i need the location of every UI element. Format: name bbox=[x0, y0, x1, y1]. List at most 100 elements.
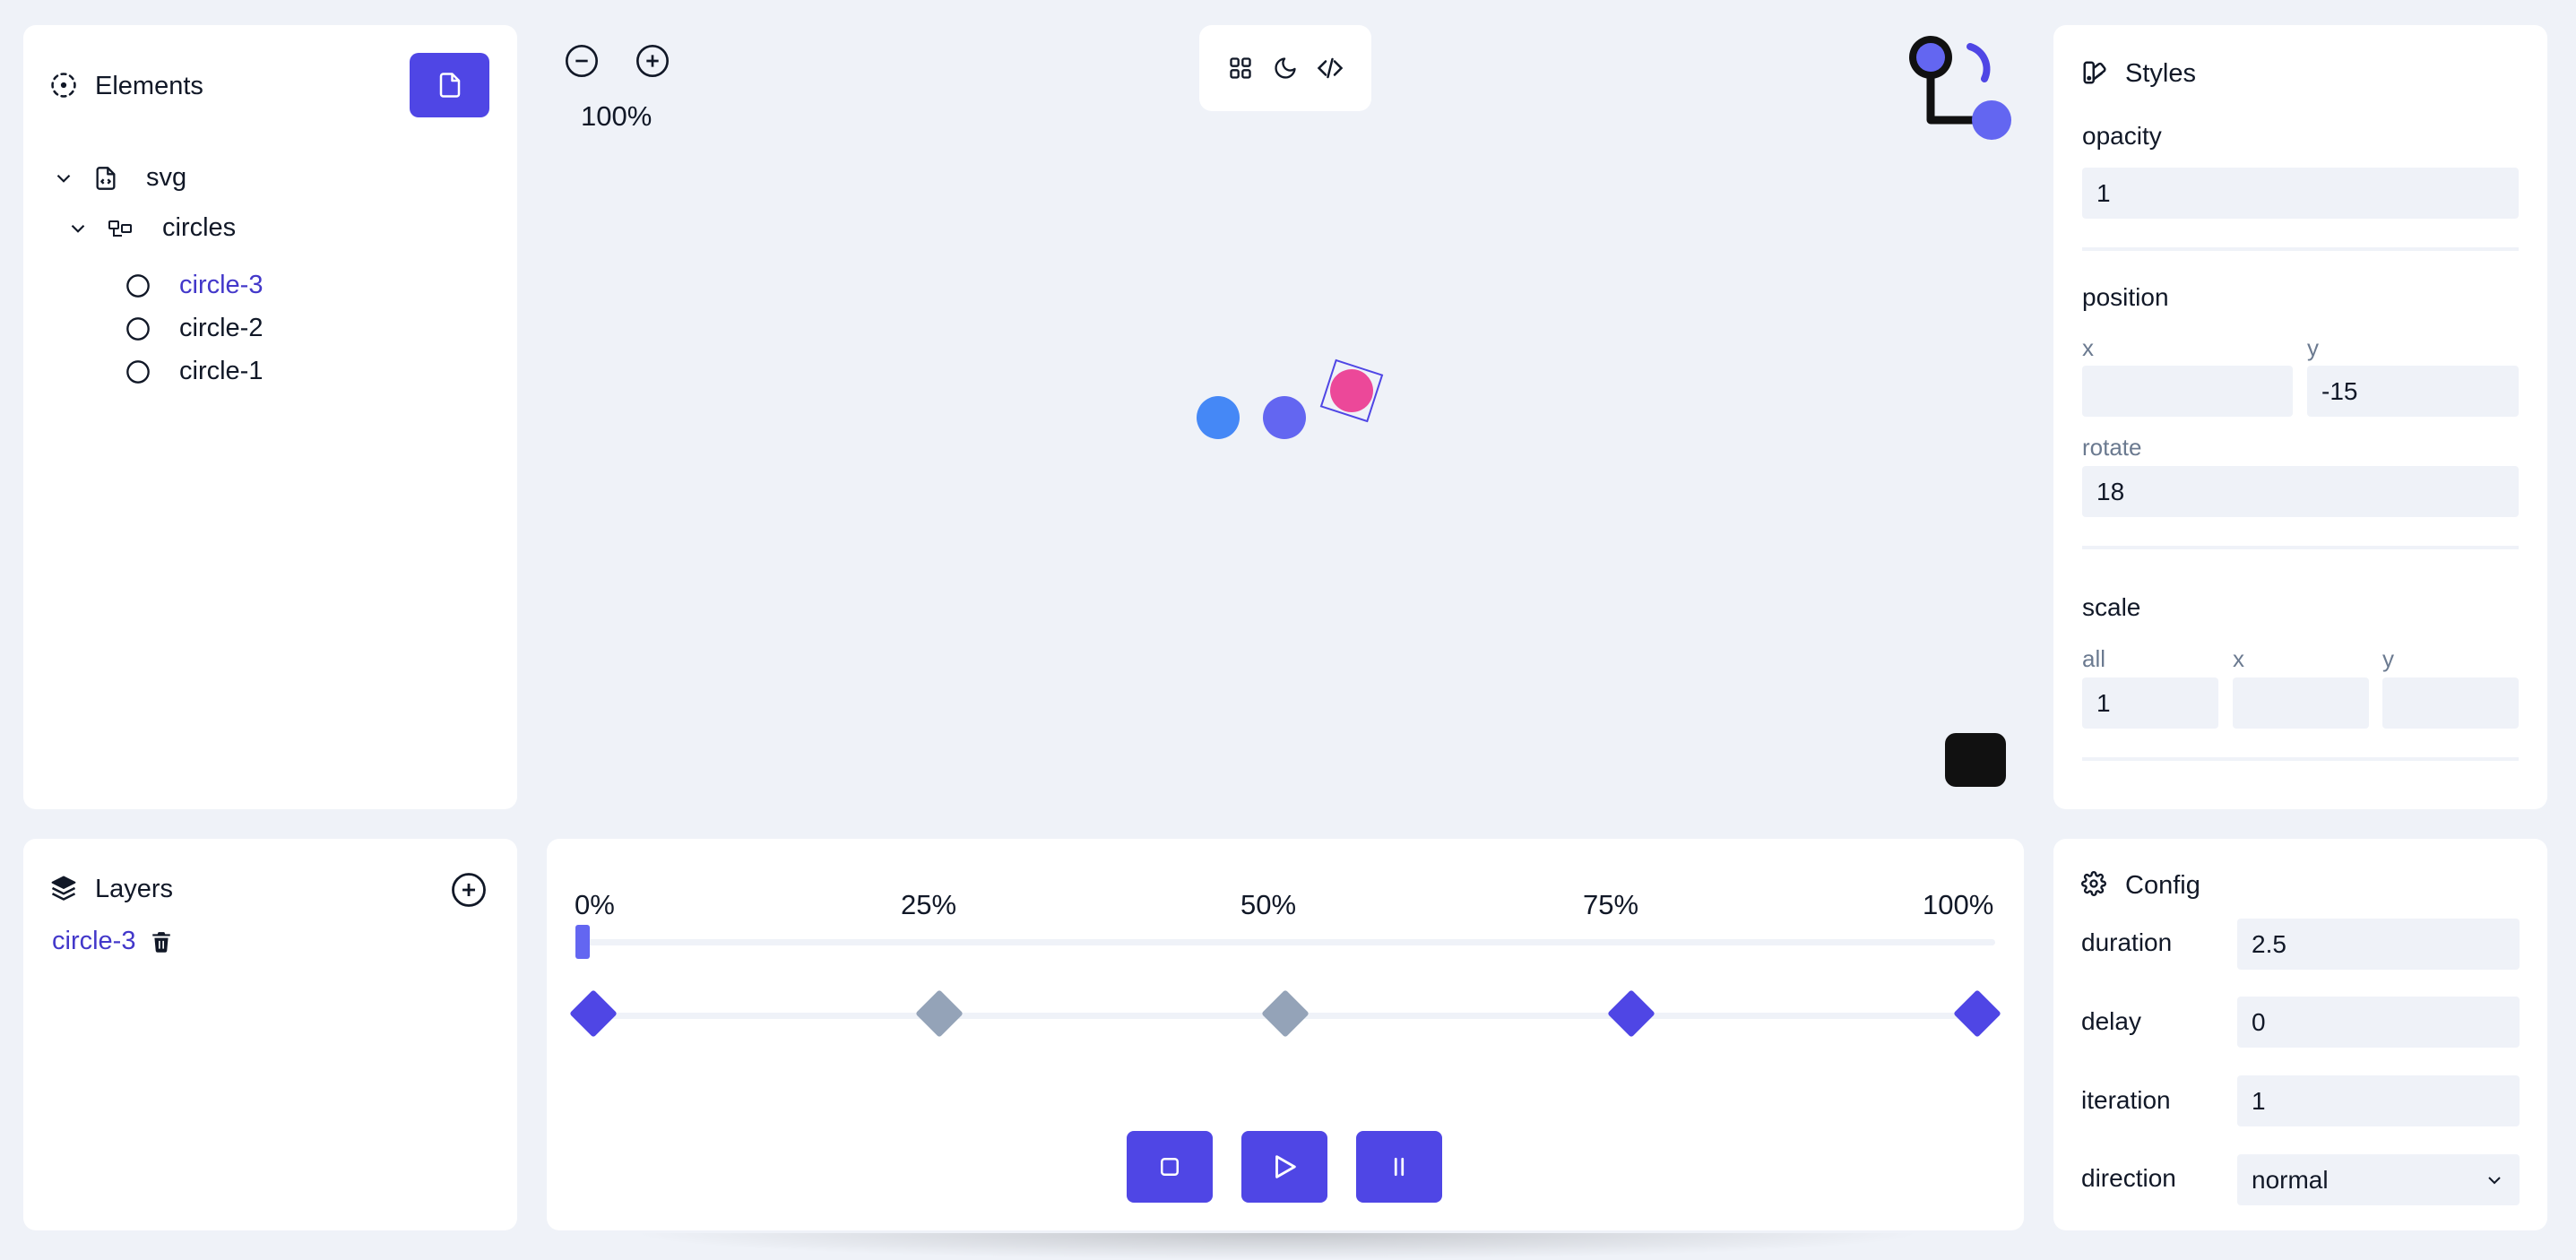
minus-circle-icon bbox=[564, 43, 600, 79]
tree-item-label: circle-1 bbox=[179, 357, 264, 385]
trash-icon[interactable] bbox=[150, 929, 173, 954]
duration-input[interactable]: 2.5 bbox=[2237, 919, 2520, 970]
file-icon bbox=[437, 72, 463, 99]
progress-handle[interactable] bbox=[575, 925, 590, 959]
dashed-circle-icon bbox=[50, 72, 77, 99]
position-label: position bbox=[2082, 283, 2169, 311]
bottom-shadow bbox=[627, 1233, 1927, 1260]
tree-item-label: circle-2 bbox=[179, 314, 264, 342]
timeline-label-25: 25% bbox=[901, 889, 957, 920]
layers-title: Layers bbox=[95, 875, 174, 903]
styles-title: Styles bbox=[2125, 59, 2196, 88]
delay-label: delay bbox=[2081, 1007, 2141, 1035]
divider bbox=[2082, 247, 2519, 251]
scale-x-label: x bbox=[2233, 645, 2244, 672]
new-file-button[interactable] bbox=[410, 53, 489, 117]
plus-circle-icon bbox=[452, 873, 486, 907]
timeline-label-0: 0% bbox=[575, 889, 615, 920]
tree-item-label: svg bbox=[146, 163, 187, 192]
circle-3-selection[interactable] bbox=[1319, 358, 1384, 423]
grid-icon bbox=[1228, 56, 1253, 81]
stop-icon bbox=[1156, 1153, 1183, 1180]
direction-label: direction bbox=[2081, 1164, 2176, 1192]
tree-item-circle-1[interactable]: circle-1 bbox=[125, 357, 263, 386]
canvas-action-button[interactable] bbox=[1945, 733, 2006, 787]
zoom-out-button[interactable] bbox=[564, 43, 600, 79]
elements-panel: Elements svg circles circle-3 circle-2 c… bbox=[23, 25, 517, 809]
keyframe-50[interactable] bbox=[1261, 989, 1310, 1038]
config-title: Config bbox=[2125, 871, 2200, 900]
scale-all-input[interactable]: 1 bbox=[2082, 677, 2218, 729]
opacity-input[interactable]: 1 bbox=[2082, 168, 2519, 219]
circle-2-shape[interactable] bbox=[1263, 396, 1306, 439]
scale-y-label: y bbox=[2382, 645, 2394, 672]
scale-x-input[interactable] bbox=[2233, 677, 2369, 729]
dark-mode-button[interactable] bbox=[1269, 52, 1301, 84]
duration-label: duration bbox=[2081, 928, 2173, 956]
config-panel: Config duration 2.5 delay 0 iteration 1 … bbox=[2053, 839, 2547, 1230]
divider bbox=[2082, 546, 2519, 549]
timeline-label-100: 100% bbox=[1923, 889, 1994, 920]
position-y-label: y bbox=[2307, 334, 2319, 361]
layers-icon bbox=[50, 875, 77, 902]
tree-item-circles[interactable]: circles bbox=[66, 213, 236, 243]
play-button[interactable] bbox=[1241, 1131, 1327, 1203]
keyframe-100[interactable] bbox=[1953, 989, 2001, 1038]
tree-item-circle-3[interactable]: circle-3 bbox=[125, 271, 263, 300]
layer-item-label: circle-3 bbox=[52, 927, 136, 955]
canvas-toolbar bbox=[1199, 25, 1371, 111]
scale-all-label: all bbox=[2082, 645, 2106, 672]
timeline-label-75: 75% bbox=[1583, 889, 1639, 920]
chevron-down-icon[interactable] bbox=[66, 217, 90, 240]
chevron-down-icon bbox=[2484, 1169, 2505, 1191]
keyframe-25[interactable] bbox=[915, 989, 964, 1038]
direction-select[interactable]: normal bbox=[2237, 1154, 2520, 1205]
opacity-label: opacity bbox=[2082, 122, 2162, 150]
iteration-label: iteration bbox=[2081, 1086, 2171, 1114]
scale-label: scale bbox=[2082, 593, 2141, 621]
tree-item-svg[interactable]: svg bbox=[52, 163, 186, 193]
progress-track[interactable] bbox=[575, 939, 1995, 945]
gear-icon bbox=[2081, 871, 2106, 896]
rotate-input[interactable]: 18 bbox=[2082, 466, 2519, 517]
artboard[interactable] bbox=[1183, 354, 1389, 453]
zoom-in-button[interactable] bbox=[635, 43, 670, 79]
rotate-label: rotate bbox=[2082, 434, 2142, 461]
direction-value: normal bbox=[2252, 1165, 2329, 1194]
code-button[interactable] bbox=[1314, 52, 1346, 84]
circle-icon bbox=[125, 359, 151, 384]
position-x-label: x bbox=[2082, 334, 2094, 361]
layers-panel: Layers circle-3 bbox=[23, 839, 517, 1230]
palette-icon bbox=[2081, 59, 2108, 86]
tree-item-label: circles bbox=[162, 213, 237, 242]
position-y-input[interactable]: -15 bbox=[2307, 366, 2519, 417]
play-icon bbox=[1269, 1152, 1300, 1182]
timeline-label-50: 50% bbox=[1240, 889, 1297, 920]
tree-item-circle-2[interactable]: circle-2 bbox=[125, 314, 263, 343]
grid-button[interactable] bbox=[1224, 52, 1257, 84]
pause-button[interactable] bbox=[1356, 1131, 1442, 1203]
zoom-level: 100% bbox=[581, 100, 653, 132]
file-code-icon bbox=[93, 166, 118, 191]
scale-y-input[interactable] bbox=[2382, 677, 2519, 729]
moon-icon bbox=[1273, 56, 1298, 81]
keyframe-75[interactable] bbox=[1607, 989, 1655, 1038]
add-layer-button[interactable] bbox=[450, 871, 488, 909]
elements-title: Elements bbox=[95, 72, 203, 100]
tree-item-label: circle-3 bbox=[179, 271, 264, 299]
stop-button[interactable] bbox=[1127, 1131, 1213, 1203]
code-icon bbox=[1317, 55, 1344, 82]
circle-1-shape[interactable] bbox=[1197, 396, 1240, 439]
motion-path-widget[interactable] bbox=[1898, 32, 2015, 149]
circle-icon bbox=[125, 316, 151, 341]
iteration-input[interactable]: 1 bbox=[2237, 1075, 2520, 1126]
group-icon bbox=[108, 217, 134, 240]
circle-icon bbox=[125, 273, 151, 298]
pause-icon bbox=[1386, 1153, 1413, 1180]
layer-item[interactable]: circle-3 bbox=[52, 927, 173, 956]
timeline-panel: 0% 25% 50% 75% 100% bbox=[547, 839, 2024, 1230]
chevron-down-icon[interactable] bbox=[52, 167, 75, 190]
position-x-input[interactable] bbox=[2082, 366, 2293, 417]
delay-input[interactable]: 0 bbox=[2237, 997, 2520, 1048]
keyframe-0[interactable] bbox=[569, 989, 618, 1038]
